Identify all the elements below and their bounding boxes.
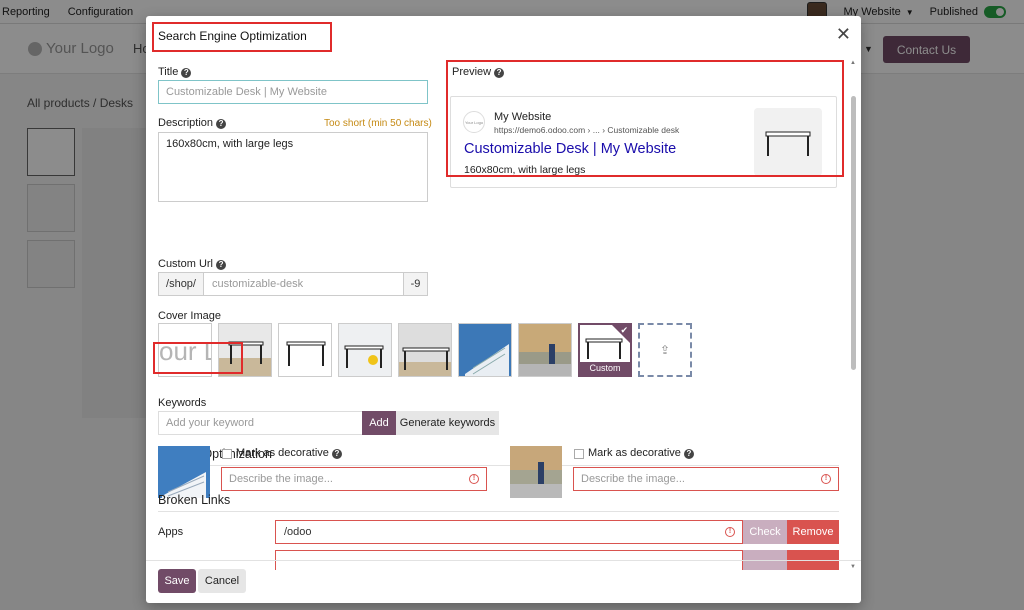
image-description-input[interactable]: Describe the image...!: [573, 467, 839, 491]
warehouse-image: [519, 324, 571, 376]
title-label: Title?: [158, 66, 192, 78]
building-image: [459, 324, 511, 376]
description-warning: Too short (min 50 chars): [324, 118, 432, 129]
description-label: Description?: [158, 117, 227, 129]
highlight-box-preview: [446, 60, 844, 177]
help-icon[interactable]: ?: [216, 119, 227, 129]
remove-link-button[interactable]: Remove: [787, 520, 839, 544]
check-icon: ✔: [620, 325, 628, 335]
image-thumbnail-building: [158, 446, 210, 498]
desk-image: [339, 324, 391, 376]
desk-image: [399, 324, 451, 376]
custom-url-label: Custom Url?: [158, 258, 227, 270]
mark-decorative-checkbox[interactable]: [222, 449, 232, 459]
broken-links-heading: Broken Links: [158, 493, 231, 507]
warning-icon: !: [821, 474, 831, 484]
url-prefix: /shop/: [158, 272, 204, 296]
upload-icon: ⇪: [659, 343, 671, 357]
help-icon[interactable]: ?: [331, 449, 342, 459]
cover-option[interactable]: [398, 323, 452, 377]
image-thumbnail-warehouse: [510, 446, 562, 498]
highlight-box-keywords: [153, 342, 243, 374]
check-link-button[interactable]: Check: [743, 520, 787, 544]
custom-label: Custom: [580, 362, 630, 375]
scrollbar-thumb[interactable]: [851, 96, 856, 370]
url-suffix: -9: [404, 272, 428, 296]
close-icon[interactable]: ✕: [836, 25, 851, 43]
upload-cover-button[interactable]: ⇪: [638, 323, 692, 377]
help-icon[interactable]: ?: [683, 449, 694, 459]
custom-url-input[interactable]: customizable-desk: [204, 272, 404, 296]
custom-url-group: /shop/ customizable-desk -9: [158, 272, 428, 296]
desk-image: [286, 341, 326, 366]
divider: [158, 511, 839, 512]
cover-option[interactable]: [518, 323, 572, 377]
help-icon[interactable]: ?: [216, 260, 227, 270]
cover-option[interactable]: [458, 323, 512, 377]
seo-dialog: Search Engine Optimization ✕ Title? Cust…: [146, 16, 861, 603]
divider: [158, 465, 839, 466]
dialog-footer: Save Cancel: [146, 560, 861, 603]
cover-option[interactable]: [278, 323, 332, 377]
warning-icon: !: [469, 474, 479, 484]
mark-decorative-label: Mark as decorative?: [588, 447, 694, 459]
save-button[interactable]: Save: [158, 569, 196, 593]
cancel-button[interactable]: Cancel: [198, 569, 246, 593]
mark-decorative-label: Mark as decorative?: [236, 447, 342, 459]
broken-link-input[interactable]: /odoo!: [275, 520, 743, 544]
keyword-input[interactable]: Add your keyword: [158, 411, 362, 435]
title-input[interactable]: Customizable Desk | My Website: [158, 80, 428, 104]
cover-option[interactable]: [338, 323, 392, 377]
help-icon[interactable]: ?: [181, 68, 192, 78]
add-keyword-button[interactable]: Add: [362, 411, 396, 435]
keywords-label: Keywords: [158, 397, 207, 409]
description-textarea[interactable]: 160x80cm, with large legs: [158, 132, 428, 202]
generate-keywords-button[interactable]: Generate keywords: [396, 411, 499, 435]
highlight-box-title: [152, 22, 332, 52]
mark-decorative-checkbox[interactable]: [574, 449, 584, 459]
cover-option-custom[interactable]: ✔ Custom: [578, 323, 632, 377]
dialog-scrollbar[interactable]: ▲ ▼: [850, 60, 857, 570]
cover-image-label: Cover Image: [158, 310, 221, 322]
scroll-up-icon[interactable]: ▲: [850, 60, 856, 66]
image-description-input[interactable]: Describe the image...!: [221, 467, 487, 491]
broken-link-label: Apps: [158, 526, 184, 538]
warning-icon: !: [725, 527, 735, 537]
